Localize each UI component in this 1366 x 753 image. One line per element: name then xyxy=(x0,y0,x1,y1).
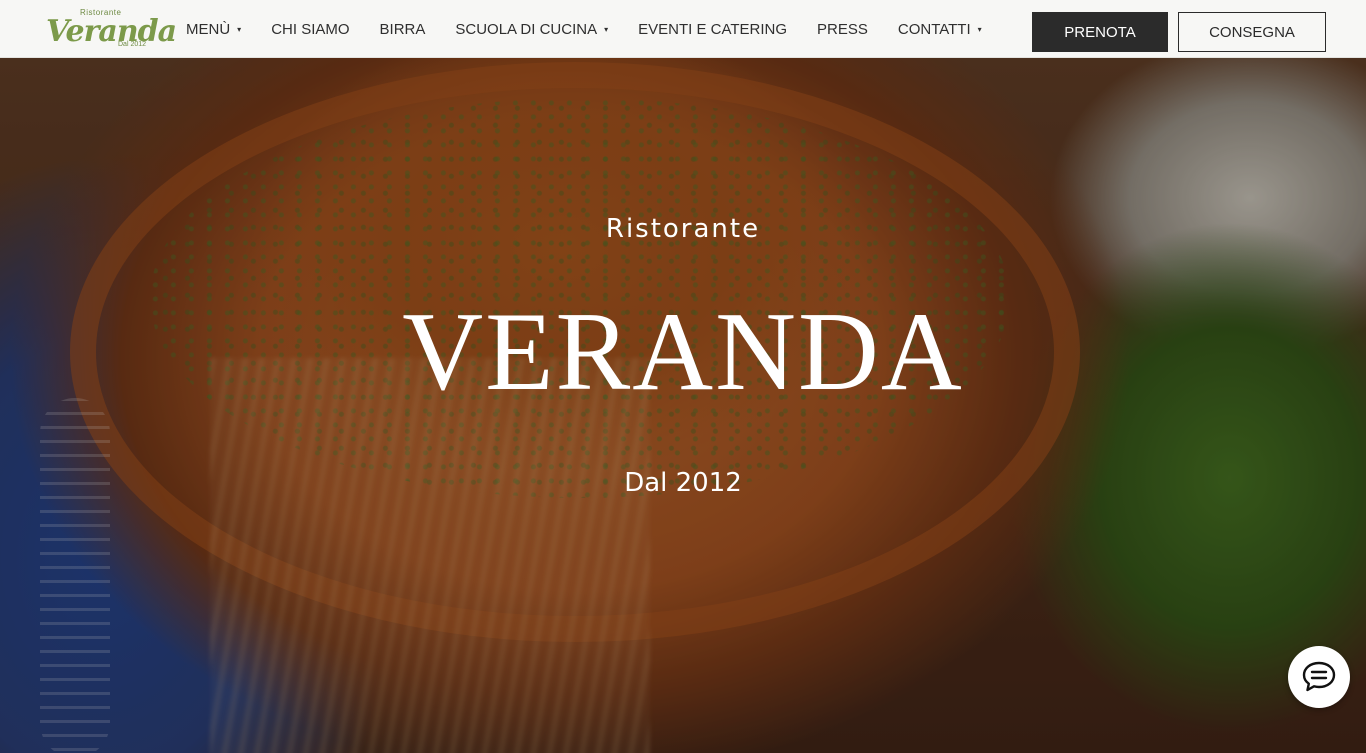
nav-item-eventi-e-catering[interactable]: EVENTI E CATERING xyxy=(638,21,787,38)
nav-item-label: MENÙ xyxy=(186,20,231,38)
hero-subtitle: Ristorante xyxy=(605,214,761,244)
nav-item-label: EVENTI E CATERING xyxy=(638,20,788,38)
hero-title: VERANDA xyxy=(402,290,964,414)
hero-since: Dal 2012 xyxy=(624,468,742,498)
nav-item-label: SCUOLA DI CUCINA xyxy=(455,20,598,38)
chat-button[interactable] xyxy=(1288,646,1350,708)
logo-wordmark: Veranda xyxy=(46,14,177,49)
nav-item-press[interactable]: PRESS xyxy=(817,21,868,38)
nav-item-label: BIRRA xyxy=(379,20,426,38)
consegna-button[interactable]: CONSEGNA xyxy=(1178,12,1326,52)
logo[interactable]: Ristorante Veranda Dal 2012 xyxy=(46,8,177,52)
caret-down-icon: ▾ xyxy=(604,24,609,34)
chat-bubble-icon xyxy=(1302,661,1336,692)
main-nav: MENÙ ▾ CHI SIAMO BIRRA SCUOLA DI CUCINA … xyxy=(186,0,1012,58)
nav-item-birra[interactable]: BIRRA xyxy=(380,21,426,38)
nav-item-scuola-di-cucina[interactable]: SCUOLA DI CUCINA ▾ xyxy=(455,21,608,38)
site-header: Ristorante Veranda Dal 2012 MENÙ ▾ CHI S… xyxy=(0,0,1366,58)
nav-item-label: CHI SIAMO xyxy=(271,20,350,38)
nav-item-label: CONTATTI xyxy=(897,20,971,38)
caret-down-icon: ▾ xyxy=(977,24,982,34)
nav-item-contatti[interactable]: CONTATTI ▾ xyxy=(898,21,982,38)
nav-item-label: PRESS xyxy=(817,20,868,38)
nav-item-chi-siamo[interactable]: CHI SIAMO xyxy=(271,21,349,38)
hero-section: Ristorante VERANDA Dal 2012 xyxy=(0,58,1366,753)
prenota-button[interactable]: PRENOTA xyxy=(1032,12,1168,52)
caret-down-icon: ▾ xyxy=(237,24,242,34)
nav-item-menu[interactable]: MENÙ ▾ xyxy=(186,21,241,38)
logo-bottom-text: Dal 2012 xyxy=(118,41,147,48)
